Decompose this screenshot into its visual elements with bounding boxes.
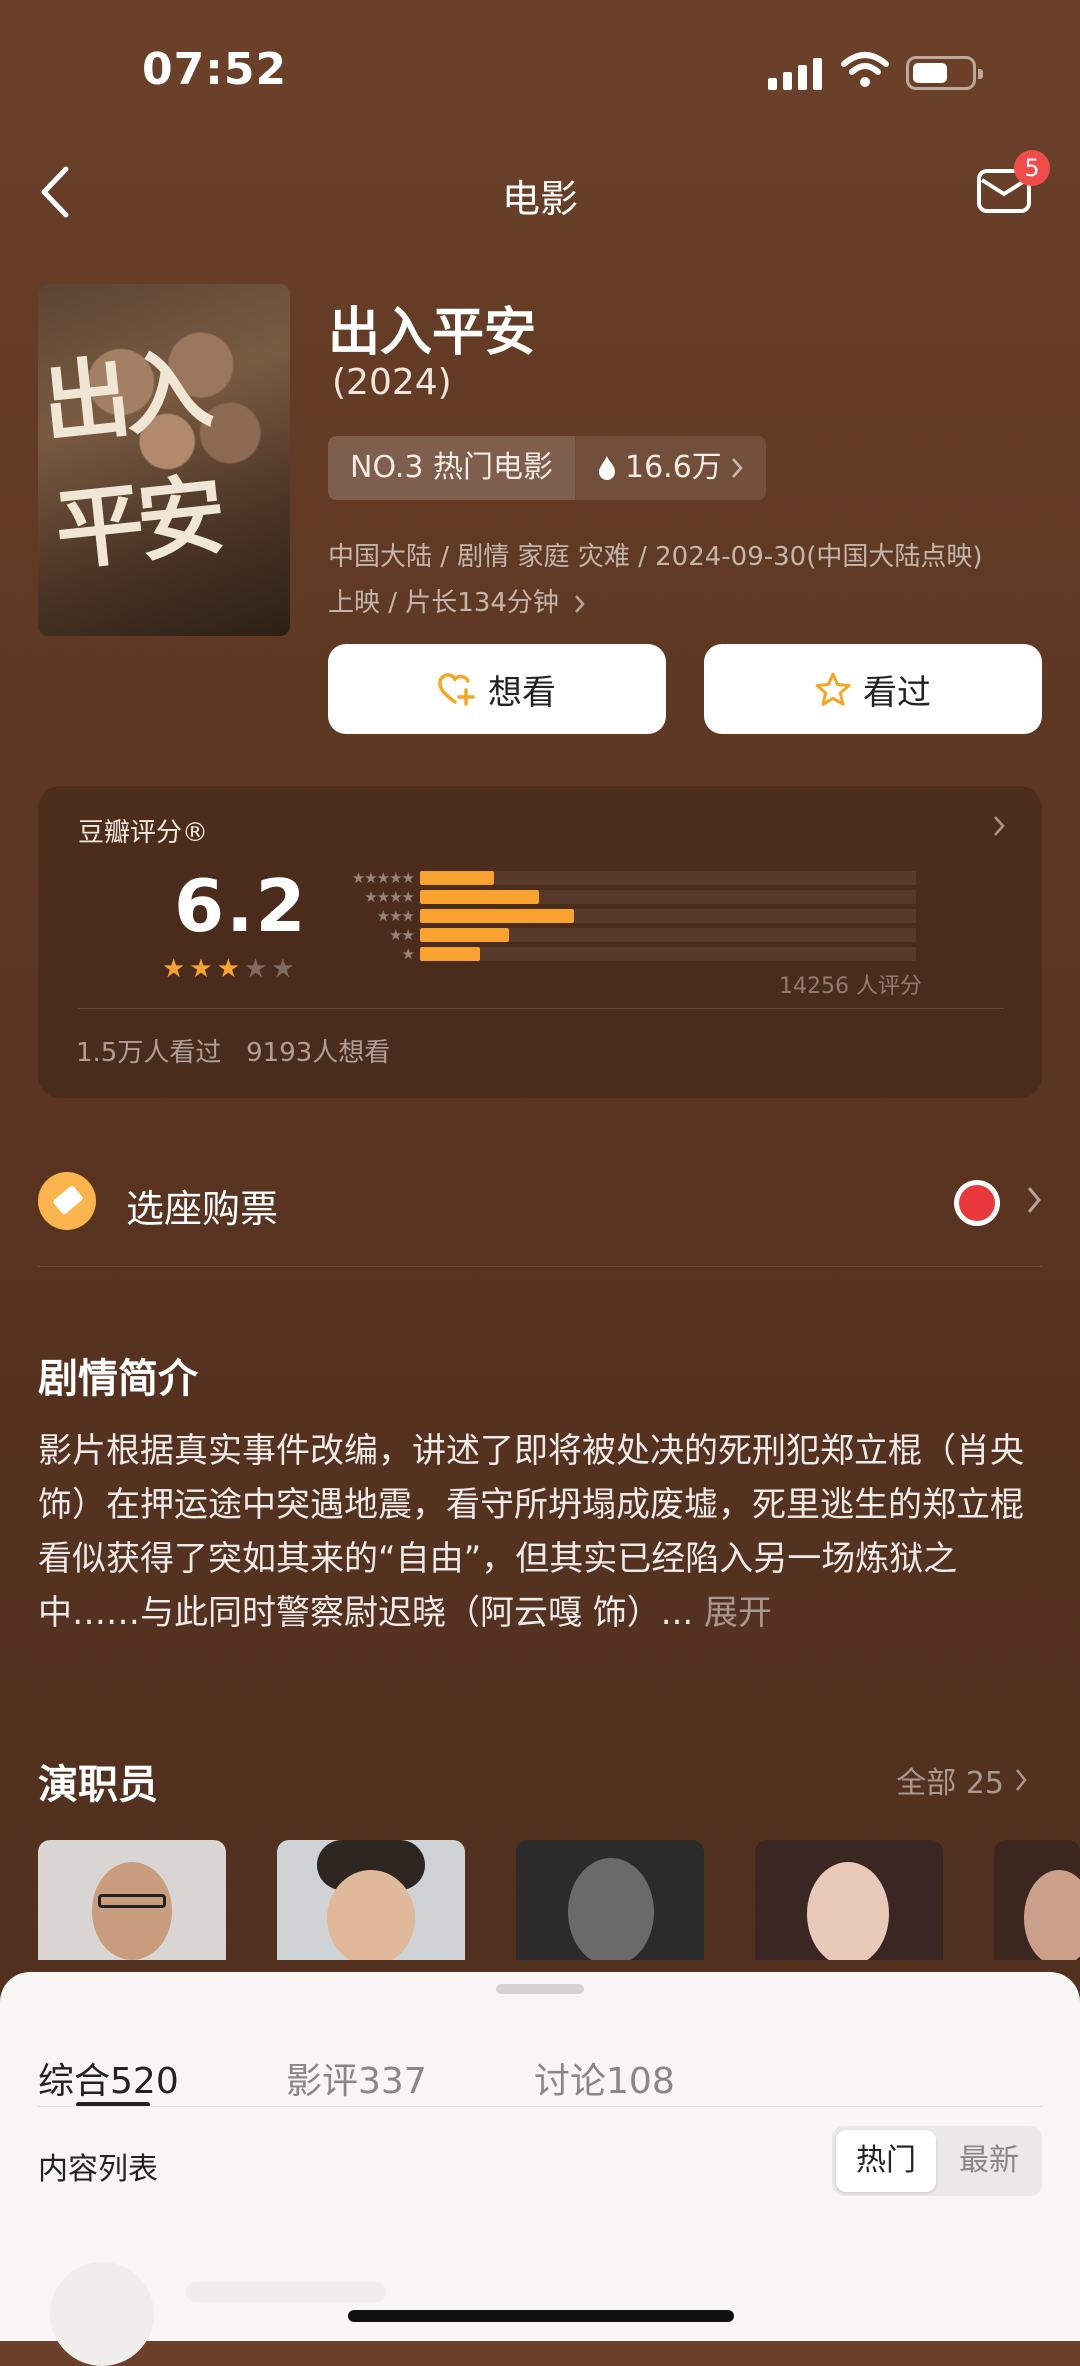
chevron-right-icon — [1016, 1769, 1027, 1791]
rating-bar — [420, 908, 574, 923]
page-title: 电影 — [501, 177, 578, 221]
rating-score: 6.2 — [174, 864, 308, 948]
rating-distribution: ★★★★★ ★★★★ ★★★ ★★ ★ — [320, 868, 916, 963]
ticket-icon — [38, 1172, 96, 1230]
notification-badge: 5 — [1014, 150, 1050, 186]
rating-label: 豆瓣评分® — [78, 818, 209, 848]
cast-title: 演职员 — [38, 1762, 158, 1808]
tab-label: 综合 — [38, 2061, 111, 2102]
star-empty-icon: ★ — [271, 954, 295, 984]
star-outline-icon — [815, 672, 851, 706]
want-label: 想看 — [488, 672, 556, 713]
star-empty-icon: ★ — [243, 954, 268, 984]
star-row-icon: ★★★ — [376, 906, 415, 925]
flame-icon — [599, 456, 615, 480]
watched-button[interactable]: 看过 — [704, 644, 1042, 734]
cast-all-link[interactable]: 全部 25 — [896, 1758, 1028, 1802]
cast-photo[interactable] — [755, 1840, 943, 1960]
tab-label: 讨论 — [534, 2061, 607, 2102]
tab-count: 337 — [358, 2061, 427, 2102]
tab-label: 影评 — [286, 2061, 359, 2102]
signal-icon — [768, 56, 822, 90]
heat-chip[interactable]: 16.6万 — [575, 436, 766, 500]
synopsis-body: 影片根据真实事件改编，讲述了即将被处决的死刑犯郑立棍（肖央 饰）在押运途中突遇地… — [38, 1431, 1024, 1633]
tab-reviews[interactable]: 影评337 — [286, 2052, 427, 2104]
star-row-icon: ★★ — [389, 925, 415, 944]
cast-photo[interactable] — [516, 1840, 704, 1960]
chevron-right-icon[interactable] — [1026, 1185, 1042, 1215]
chevron-right-icon — [994, 816, 1005, 836]
tab-overall[interactable]: 综合520 — [38, 2052, 179, 2104]
home-indicator[interactable] — [348, 2310, 734, 2322]
status-time: 07:52 — [142, 44, 288, 95]
tab-count: 108 — [606, 2061, 675, 2102]
rank-label: NO.3 热门电影 — [328, 436, 575, 500]
rating-bar — [420, 870, 495, 885]
heart-plus-icon — [438, 673, 475, 706]
want-to-watch-button[interactable]: 想看 — [328, 644, 666, 734]
divider — [38, 2106, 1042, 2107]
text-placeholder — [186, 2282, 386, 2302]
star-row-icon: ★ — [401, 944, 415, 963]
rating-track — [420, 908, 916, 923]
movie-poster[interactable]: 出入平安 — [38, 284, 290, 636]
heat-value: 16.6万 — [625, 450, 722, 485]
poster-title: 出入平安 — [38, 336, 225, 583]
sort-toggle[interactable]: 热门 最新 — [832, 2126, 1042, 2196]
rating-footer: 1.5万人看过 9193人想看 — [76, 1038, 391, 1068]
avatar-placeholder — [50, 2262, 154, 2366]
movie-year: (2024) — [332, 362, 452, 403]
sort-new-button[interactable]: 最新 — [940, 2130, 1038, 2192]
cast-photo[interactable] — [38, 1840, 226, 1960]
rating-bar — [420, 889, 540, 904]
meta-line-1: 中国大陆 / 剧情 家庭 灾难 / 2024-09-30(中国大陆点映) — [328, 542, 983, 572]
tab-discussion[interactable]: 讨论108 — [534, 2052, 675, 2104]
content-list-label: 内容列表 — [38, 2152, 158, 2187]
movie-meta[interactable]: 中国大陆 / 剧情 家庭 灾难 / 2024-09-30(中国大陆点映) 上映 … — [328, 534, 1048, 626]
rating-card[interactable]: 豆瓣评分® 6.2 ★ ★ ★ ★ ★ ★★★★★ ★★★★ ★★★ ★★ ★ 14256 人评… — [38, 786, 1042, 1098]
sort-hot-button[interactable]: 热门 — [836, 2130, 936, 2192]
rating-row: ★★★ — [320, 906, 916, 925]
rating-track — [420, 927, 916, 942]
rating-bar — [420, 927, 510, 942]
cast-all-label: 全部 25 — [896, 1766, 1004, 1801]
cast-photo[interactable] — [277, 1840, 465, 1960]
meta-line-2-text: 上映 / 片长134分钟 — [328, 588, 559, 618]
star-filled-icon: ★ — [189, 954, 213, 984]
wifi-icon — [841, 52, 889, 87]
rating-row: ★★ — [320, 925, 916, 944]
tab-count: 520 — [110, 2061, 179, 2102]
synopsis-text[interactable]: 影片根据真实事件改编，讲述了即将被处决的死刑犯郑立棍（肖央 饰）在押运途中突遇地… — [38, 1424, 1038, 1640]
rating-row: ★ — [320, 944, 916, 963]
rating-count: 14256 人评分 — [779, 974, 922, 999]
rating-track — [420, 889, 916, 904]
expand-link[interactable]: 展开 — [704, 1593, 772, 1633]
synopsis-title: 剧情简介 — [38, 1356, 198, 1402]
rating-stars: ★ ★ ★ ★ ★ — [162, 954, 295, 984]
battery-icon — [906, 56, 983, 90]
chevron-right-icon — [731, 458, 743, 478]
cast-photo[interactable] — [994, 1840, 1080, 1960]
star-row-icon: ★★★★ — [364, 887, 415, 906]
star-filled-icon: ★ — [216, 954, 240, 984]
sheet-handle[interactable] — [496, 1984, 584, 1994]
rating-row: ★★★★ — [320, 887, 916, 906]
star-filled-icon: ★ — [162, 954, 186, 984]
comments-sheet[interactable]: 综合520 影评337 讨论108 内容列表 热门 最新 — [0, 1972, 1080, 2366]
chevron-right-icon — [575, 594, 585, 613]
buy-ticket-label[interactable]: 选座购票 — [126, 1178, 278, 1233]
divider — [38, 1266, 1042, 1267]
movie-title: 出入平安 — [328, 303, 537, 363]
meta-line-2: 上映 / 片长134分钟 — [328, 580, 1048, 626]
star-row-icon: ★★★★★ — [351, 868, 415, 887]
rating-track — [420, 946, 916, 961]
watched-label: 看过 — [863, 672, 931, 713]
rating-bar — [420, 946, 480, 961]
rank-chip[interactable]: NO.3 热门电影 16.6万 — [328, 436, 766, 500]
rating-track — [420, 870, 916, 885]
divider — [78, 1008, 1004, 1009]
maoyan-cat-icon — [954, 1180, 1000, 1226]
rating-row: ★★★★★ — [320, 868, 916, 887]
